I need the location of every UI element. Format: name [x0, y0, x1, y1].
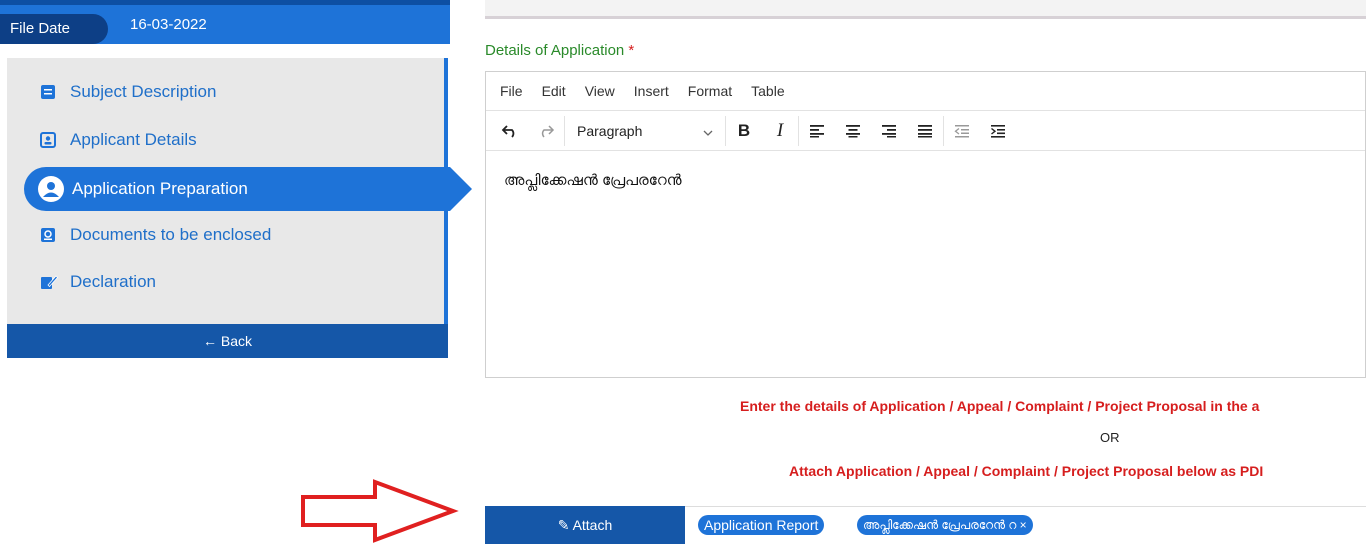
attachment-chip-file[interactable]: അപ്ലിക്കേഷൻ പ്രേപരറേൻ റ × — [857, 515, 1033, 535]
file-date-topline — [0, 0, 450, 5]
menu-insert[interactable]: Insert — [634, 83, 669, 99]
back-button[interactable]: ← Back — [7, 324, 448, 358]
nav-item-label: Application Preparation — [72, 179, 248, 198]
nav-item-label: Documents to be enclosed — [70, 225, 272, 244]
editor-toolbar: Paragraph B I — [486, 110, 1365, 151]
attachment-list: Application Report അപ്ലിക്കേഷൻ പ്രേപരറേൻ… — [685, 506, 1366, 544]
align-justify-icon[interactable] — [907, 116, 943, 146]
id-card-icon — [40, 132, 56, 148]
nav-item-label: Applicant Details — [70, 130, 197, 149]
rich-text-editor[interactable]: File Edit View Insert Format Table Parag… — [485, 71, 1366, 378]
chevron-down-icon — [703, 123, 713, 139]
nav-item-declaration[interactable]: Declaration — [40, 270, 156, 294]
italic-button[interactable]: I — [762, 116, 798, 146]
details-label-text: Details of Application — [485, 42, 625, 59]
nav-item-documents[interactable]: Documents to be enclosed — [40, 223, 271, 247]
or-separator: OR — [1100, 430, 1120, 445]
book-icon — [40, 84, 56, 100]
bold-button[interactable]: B — [726, 116, 762, 146]
active-nav-pointer — [450, 167, 472, 211]
top-strip — [485, 0, 1366, 19]
align-right-icon[interactable] — [871, 116, 907, 146]
instruction-enter-details: Enter the details of Application / Appea… — [740, 398, 1260, 414]
editor-content[interactable]: അപ്ലിക്കേഷൻ പ്രേപരറേൻ — [504, 172, 682, 189]
file-date-label: File Date — [0, 14, 108, 44]
indent-icon[interactable] — [980, 116, 1016, 146]
user-badge-icon — [38, 176, 64, 202]
document-icon — [40, 227, 56, 243]
align-center-icon[interactable] — [835, 116, 871, 146]
nav-item-applicant-details[interactable]: Applicant Details — [40, 128, 197, 152]
nav-item-label: Subject Description — [70, 82, 217, 101]
arrow-pointer-icon — [300, 478, 460, 549]
block-format-select[interactable]: Paragraph — [565, 116, 725, 146]
attach-button[interactable]: ✎ Attach — [485, 506, 685, 544]
menu-edit[interactable]: Edit — [542, 83, 566, 99]
file-date-bar: File Date 16-03-2022 — [0, 0, 450, 44]
attachment-chip-report[interactable]: Application Report — [698, 515, 825, 535]
menu-table[interactable]: Table — [751, 83, 784, 99]
details-label: Details of Application * — [485, 42, 634, 59]
redo-icon[interactable] — [528, 116, 564, 146]
menu-view[interactable]: View — [585, 83, 615, 99]
file-date-value: 16-03-2022 — [130, 16, 207, 33]
block-format-value: Paragraph — [577, 122, 643, 139]
outdent-icon[interactable] — [944, 116, 980, 146]
menu-file[interactable]: File — [500, 83, 523, 99]
instruction-attach: Attach Application / Appeal / Complaint … — [789, 463, 1264, 479]
menu-format[interactable]: Format — [688, 83, 732, 99]
required-mark: * — [628, 42, 635, 59]
nav-item-application-preparation[interactable]: Application Preparation — [24, 167, 450, 211]
align-left-icon[interactable] — [799, 116, 835, 146]
signature-icon — [40, 274, 59, 290]
nav-item-label: Declaration — [70, 272, 156, 291]
undo-icon[interactable] — [492, 116, 528, 146]
nav-item-subject-description[interactable]: Subject Description — [40, 80, 216, 104]
editor-menubar: File Edit View Insert Format Table — [486, 72, 1365, 110]
